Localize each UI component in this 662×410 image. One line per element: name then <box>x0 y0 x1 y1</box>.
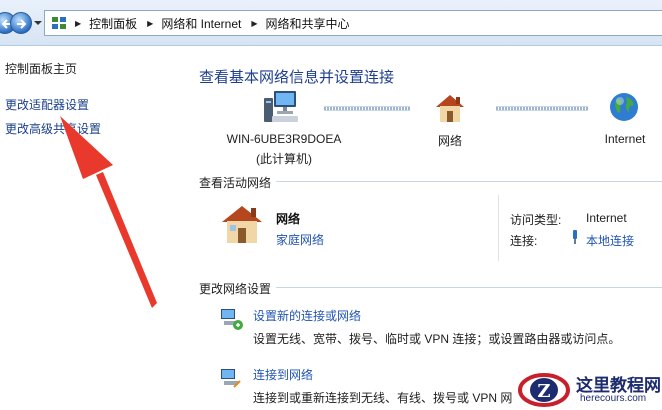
house-icon <box>222 206 262 243</box>
left-task-pane: 控制面板主页 更改适配器设置 更改高级共享设置 <box>0 47 188 410</box>
change-adapter-settings-link[interactable]: 更改适配器设置 <box>5 96 89 113</box>
breadcrumb-separator-icon[interactable]: ▶ <box>75 19 81 28</box>
connector-computer-network <box>324 106 410 111</box>
forward-button[interactable] <box>10 12 32 34</box>
access-type-value: Internet <box>586 211 627 225</box>
connection-label: 连接: <box>510 234 538 248</box>
watermark-logo-icon: Z <box>518 373 570 407</box>
control-panel-home-link[interactable]: 控制面板主页 <box>5 60 77 77</box>
breadcrumb-separator-icon[interactable]: ▶ <box>251 19 257 28</box>
watermark: Z 这里教程网 herecours.com <box>514 366 662 410</box>
active-network-name: 网络 <box>276 212 301 226</box>
breadcrumb-control-panel[interactable]: 控制面板 <box>89 15 137 32</box>
internet-node-label: Internet <box>604 132 646 146</box>
change-settings-divider <box>276 287 662 288</box>
network-setup-icon <box>221 309 243 330</box>
page-title: 查看基本网络信息并设置连接 <box>199 69 395 86</box>
computer-name-label: WIN-6UBE3R9DOEA <box>226 132 342 146</box>
connect-to-network-desc: 连接到或重新连接到无线、有线、拨号或 VPN 网 <box>253 391 513 405</box>
active-networks-divider <box>276 181 662 182</box>
network-node-label: 网络 <box>437 134 462 148</box>
address-toolbar: ▶ 控制面板 ▶ 网络和 Internet ▶ 网络和共享中心 <box>0 0 662 46</box>
plug-icon <box>573 230 577 244</box>
active-network-separator <box>498 195 499 261</box>
local-connection-link[interactable]: 本地连接 <box>586 232 634 249</box>
change-settings-heading: 更改网络设置 <box>199 282 272 296</box>
connect-to-network-link[interactable]: 连接到网络 <box>253 366 313 383</box>
breadcrumb-network-sharing-center[interactable]: 网络和共享中心 <box>266 15 350 32</box>
forward-arrow-icon <box>17 19 27 29</box>
recent-pages-dropdown[interactable] <box>34 21 42 25</box>
watermark-url: herecours.com <box>580 393 647 404</box>
computer-icon[interactable] <box>262 88 302 126</box>
connector-network-internet <box>496 106 588 111</box>
globe-icon[interactable] <box>608 91 640 123</box>
network-type-link[interactable]: 家庭网络 <box>276 231 324 248</box>
house-icon[interactable] <box>432 92 468 124</box>
breadcrumb-network-internet[interactable]: 网络和 Internet <box>161 15 241 32</box>
setup-new-connection-link[interactable]: 设置新的连接或网络 <box>253 307 361 324</box>
access-type-label: 访问类型: <box>510 213 562 227</box>
connect-network-icon <box>221 369 241 388</box>
control-panel-icon <box>52 17 66 29</box>
address-bar[interactable]: ▶ 控制面板 ▶ 网络和 Internet ▶ 网络和共享中心 <box>44 10 662 36</box>
svg-text:Z: Z <box>537 381 550 402</box>
setup-new-connection-desc: 设置无线、宽带、拨号、临时或 VPN 连接；或设置路由器或访问点。 <box>253 332 621 346</box>
main-content: 查看基本网络信息并设置连接 WIN-6UBE3R9DOEA (此计算机) 网络 … <box>188 47 662 410</box>
change-advanced-sharing-link[interactable]: 更改高级共享设置 <box>5 120 101 137</box>
breadcrumb: ▶ 控制面板 ▶ 网络和 Internet ▶ 网络和共享中心 <box>71 11 356 35</box>
computer-sub-label: (此计算机) <box>256 152 312 166</box>
active-networks-heading: 查看活动网络 <box>199 176 272 190</box>
breadcrumb-separator-icon[interactable]: ▶ <box>147 19 153 28</box>
